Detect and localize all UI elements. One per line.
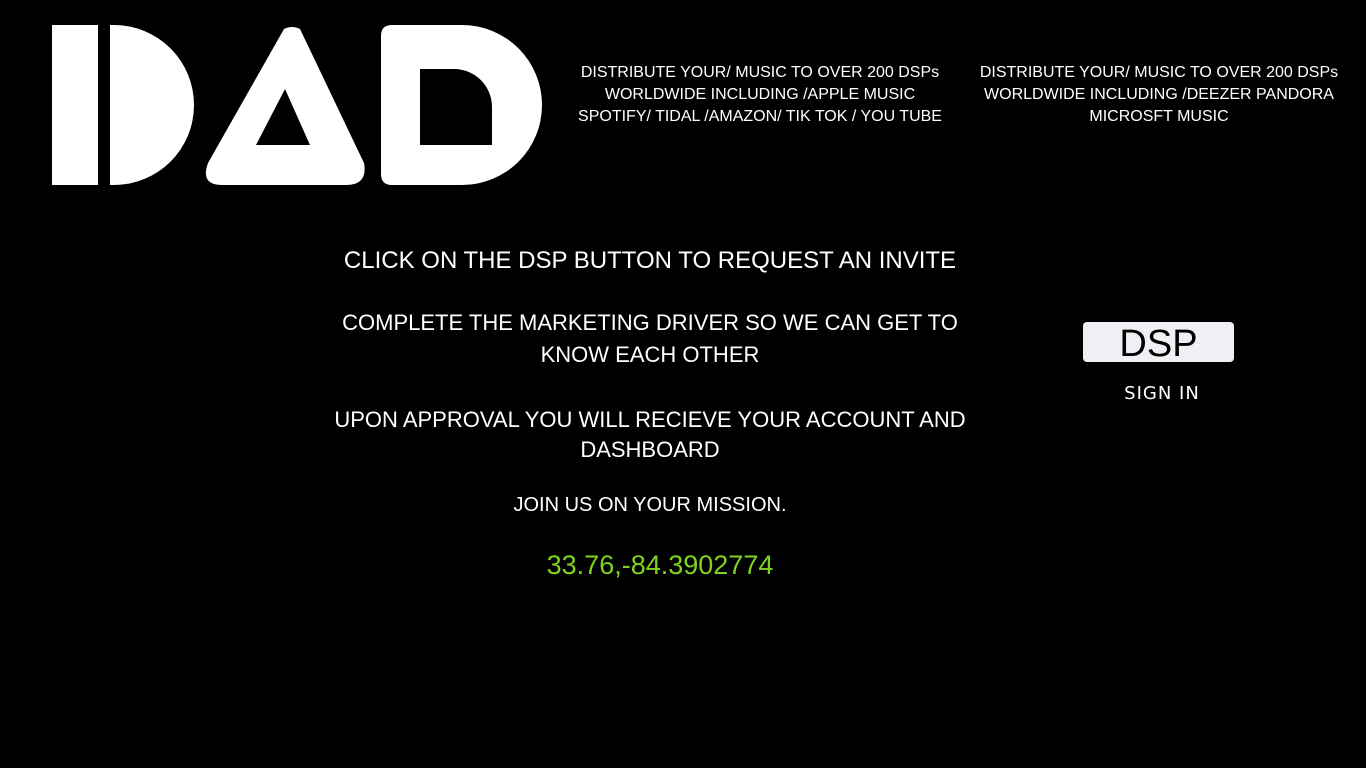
landing-page: DISTRIBUTE YOUR/ MUSIC TO OVER 200 DSPs …	[0, 0, 1366, 768]
header-left-line-2: WORLDWIDE INCLUDING /APPLE MUSIC	[604, 86, 916, 103]
header-right-line-2: WORLDWIDE INCLUDING /DEEZER PANDORA	[984, 86, 1334, 103]
instruction-line: KNOW EACH OTHER	[540, 342, 760, 367]
dad-logo	[52, 25, 542, 185]
sign-in-link[interactable]: SIGN IN	[1083, 382, 1241, 406]
instruction-request-invite: CLICK ON THE DSP BUTTON TO REQUEST AN IN…	[300, 246, 1000, 276]
header-right-line-3: MICROSFT MUSIC	[1089, 108, 1229, 125]
instruction-line: DASHBOARD	[580, 437, 720, 462]
header-right-line-1: DISTRIBUTE YOUR/ MUSIC TO OVER 200 DSPs	[979, 64, 1339, 81]
header-blurb-right: DISTRIBUTE YOUR/ MUSIC TO OVER 200 DSPs …	[960, 62, 1358, 128]
mission-line: JOIN US ON YOUR MISSION.	[513, 494, 787, 516]
header-blurb-left: DISTRIBUTE YOUR/ MUSIC TO OVER 200 DSPs …	[560, 62, 960, 128]
mission-text: JOIN US ON YOUR MISSION.	[300, 491, 1000, 519]
instruction-line: UPON APPROVAL YOU WILL RECIEVE YOUR ACCO…	[334, 407, 966, 432]
coordinates-readout: 33.76,-84.3902774	[546, 550, 774, 580]
logo-letter-d-right	[381, 25, 542, 185]
logo-letter-a	[205, 27, 365, 185]
instruction-approval: UPON APPROVAL YOU WILL RECIEVE YOUR ACCO…	[300, 405, 1000, 465]
header-left-line-3: SPOTIFY/ TIDAL /AMAZON/ TIK TOK / YOU TU…	[578, 108, 942, 125]
instruction-marketing-driver: COMPLETE THE MARKETING DRIVER SO WE CAN …	[300, 307, 1000, 371]
dsp-button[interactable]: DSP	[1083, 322, 1234, 365]
instruction-line: CLICK ON THE DSP BUTTON TO REQUEST AN IN…	[343, 247, 957, 274]
header-left-line-1: DISTRIBUTE YOUR/ MUSIC TO OVER 200 DSPs	[580, 64, 940, 81]
logo-letter-d-left	[52, 25, 194, 185]
instruction-line: COMPLETE THE MARKETING DRIVER SO WE CAN …	[342, 310, 958, 335]
